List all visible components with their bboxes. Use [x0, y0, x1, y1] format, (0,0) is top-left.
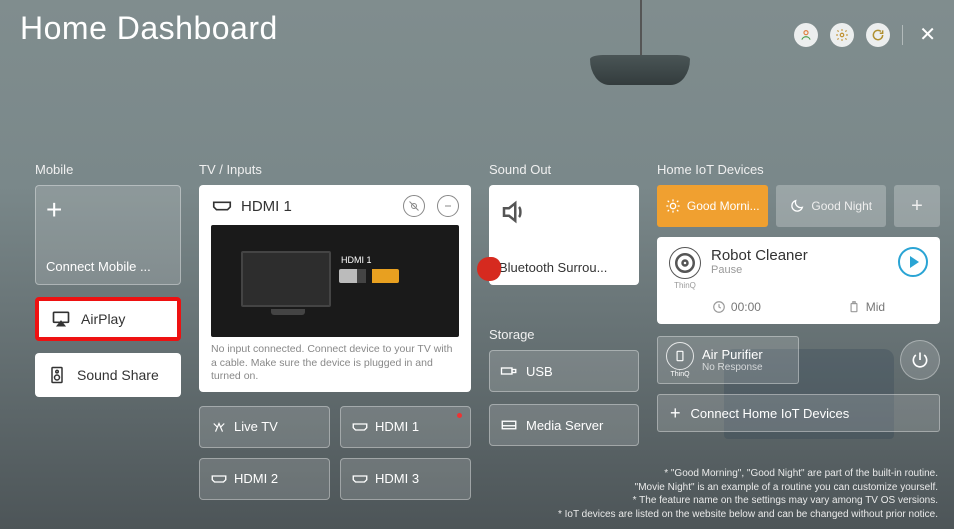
footnote-3: * The feature name on the settings may v…	[558, 494, 938, 508]
plus-icon: +	[46, 196, 170, 224]
header-buttons: ✕	[794, 22, 940, 47]
storage-label: Storage	[489, 327, 639, 342]
sound-out-card[interactable]: Bluetooth Surrou...	[489, 185, 639, 285]
sound-storage-column: Sound Out Bluetooth Surrou... Storage US…	[489, 162, 639, 500]
iot-label: Home IoT Devices	[657, 162, 940, 177]
battery-icon	[847, 300, 861, 314]
iot-column: Home IoT Devices Good Morni... Good Nigh…	[657, 162, 940, 500]
routine-good-night[interactable]: Good Night	[776, 185, 887, 227]
connect-iot-label: Connect Home IoT Devices	[691, 406, 850, 421]
connect-iot-tile[interactable]: + Connect Home IoT Devices	[657, 394, 940, 432]
input-preview: HDMI 1	[211, 225, 459, 337]
airplay-tile[interactable]: AirPlay	[35, 297, 181, 341]
hdmi-icon	[351, 420, 369, 434]
soundout-label: Sound Out	[489, 162, 639, 177]
hdmi1-label: HDMI 1	[375, 419, 419, 434]
power-button[interactable]	[900, 340, 940, 380]
hdmi-icon	[211, 199, 233, 213]
footnote-1: * "Good Morning", "Good Night" are part …	[558, 467, 938, 481]
sound-device-name: Bluetooth Surrou...	[499, 260, 629, 275]
active-dot-icon	[457, 413, 462, 418]
hdmi-icon	[210, 472, 228, 486]
airplay-label: AirPlay	[81, 311, 125, 327]
input-livetv[interactable]: Live TV	[199, 406, 330, 448]
volume-icon	[499, 197, 529, 227]
media-label: Media Server	[526, 418, 603, 433]
air-name: Air Purifier	[702, 347, 763, 362]
settings-icon[interactable]	[830, 23, 854, 47]
device-name: Robot Cleaner	[711, 247, 888, 264]
connect-mobile-tile[interactable]: + Connect Mobile ...	[35, 185, 181, 285]
footnotes: * "Good Morning", "Good Night" are part …	[558, 467, 938, 521]
routine-add[interactable]: +	[894, 185, 940, 227]
header-divider	[902, 25, 903, 45]
usb-icon	[500, 364, 518, 378]
mobile-label: Mobile	[35, 162, 181, 177]
routine-good-morning[interactable]: Good Morni...	[657, 185, 768, 227]
livetv-label: Live TV	[234, 419, 278, 434]
input-hdmi1[interactable]: HDMI 1	[340, 406, 471, 448]
mobile-column: Mobile + Connect Mobile ... AirPlay Soun…	[35, 162, 181, 500]
speaker-icon	[47, 365, 67, 385]
close-icon[interactable]: ✕	[915, 22, 940, 47]
antenna-icon	[210, 420, 228, 434]
active-input-name: HDMI 1	[241, 198, 391, 215]
robot-icon	[669, 247, 701, 279]
moon-icon	[789, 198, 805, 214]
device-time: 00:00	[731, 300, 761, 314]
airplay-icon	[51, 309, 71, 329]
footnote-4: * IoT devices are listed on the website …	[558, 508, 938, 522]
minus-icon[interactable]	[437, 195, 459, 217]
night-label: Good Night	[811, 199, 872, 213]
page-title: Home Dashboard	[20, 10, 278, 47]
soundshare-tile[interactable]: Sound Share	[35, 353, 181, 397]
media-server-tile[interactable]: Media Server	[489, 404, 639, 446]
plus-icon: +	[670, 403, 681, 424]
hdmi3-label: HDMI 3	[375, 471, 419, 486]
device-battery: Mid	[866, 300, 885, 314]
usb-label: USB	[526, 364, 553, 379]
hdmi-icon	[351, 472, 369, 486]
morning-label: Good Morni...	[687, 199, 760, 213]
air-purifier-card[interactable]: ThinQ Air Purifier No Response	[657, 336, 799, 384]
sun-icon	[665, 198, 681, 214]
soundshare-label: Sound Share	[77, 367, 159, 383]
lamp-shade	[590, 55, 690, 85]
device-status: Pause	[711, 264, 888, 276]
input-hdmi3[interactable]: HDMI 3	[340, 458, 471, 500]
input-hdmi2[interactable]: HDMI 2	[199, 458, 330, 500]
refresh-icon[interactable]	[866, 23, 890, 47]
footnote-2: "Movie Night" is an example of a routine…	[558, 481, 938, 495]
power-icon	[910, 350, 930, 370]
air-status: No Response	[702, 362, 763, 373]
hdmi2-label: HDMI 2	[234, 471, 278, 486]
purifier-icon	[666, 342, 694, 370]
inputs-label: TV / Inputs	[199, 162, 471, 177]
play-button[interactable]	[898, 247, 928, 277]
account-icon[interactable]	[794, 23, 818, 47]
clock-icon	[712, 300, 726, 314]
active-input-card[interactable]: HDMI 1 HDMI 1 No input connected. Connec…	[199, 185, 471, 392]
port-overlay-label: HDMI 1	[341, 255, 372, 265]
robot-cleaner-card[interactable]: ThinQ Robot Cleaner Pause 00:00 Mid	[657, 237, 940, 324]
connect-mobile-label: Connect Mobile ...	[46, 259, 170, 274]
plus-icon: +	[911, 195, 923, 218]
pointer-icon	[477, 257, 501, 281]
no-signal-icon	[403, 195, 425, 217]
input-message: No input connected. Connect device to yo…	[211, 343, 459, 384]
server-icon	[500, 418, 518, 432]
play-icon	[910, 256, 919, 268]
thinq-label: ThinQ	[674, 281, 696, 290]
usb-tile[interactable]: USB	[489, 350, 639, 392]
inputs-column: TV / Inputs HDMI 1 HDMI 1 No input conne…	[199, 162, 471, 500]
thinq-label-2: ThinQ	[670, 371, 689, 378]
